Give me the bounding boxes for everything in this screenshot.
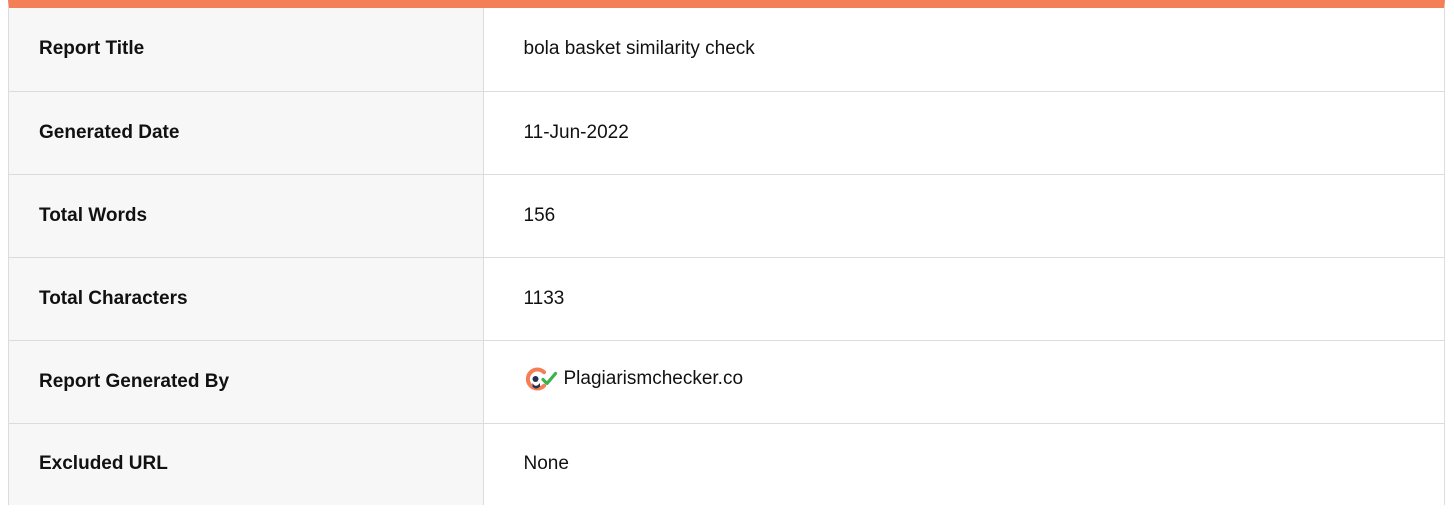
report-title-value: bola basket similarity check <box>483 8 1444 92</box>
total-words-label: Total Words <box>9 174 484 258</box>
report-title-label: Report Title <box>9 8 484 92</box>
brand-name: Plagiarismchecker.co <box>563 367 744 389</box>
table-row-report-title: Report Title bola basket similarity chec… <box>9 8 1444 92</box>
total-characters-label: Total Characters <box>9 257 484 341</box>
table-row-total-characters: Total Characters 1133 <box>9 257 1444 341</box>
total-characters-value: 1133 <box>483 257 1444 341</box>
table-row-generated-date: Generated Date 11-Jun-2022 <box>9 91 1444 175</box>
excluded-url-label: Excluded URL <box>9 423 484 505</box>
generated-date-value: 11-Jun-2022 <box>483 91 1444 175</box>
total-words-value: 156 <box>483 174 1444 258</box>
report-details-card: Report Title bola basket similarity chec… <box>8 0 1445 505</box>
table-row-report-generated-by: Report Generated By Plagiarismchecker.co <box>9 340 1444 424</box>
report-generated-by-label: Report Generated By <box>9 340 484 424</box>
excluded-url-value: None <box>483 423 1444 505</box>
table-row-total-words: Total Words 156 <box>9 174 1444 258</box>
report-details-table: Report Title bola basket similarity chec… <box>9 8 1444 505</box>
generated-date-label: Generated Date <box>9 91 484 175</box>
brand-link[interactable]: Plagiarismchecker.co <box>524 366 744 392</box>
table-row-excluded-url: Excluded URL None <box>9 423 1444 505</box>
plagiarismchecker-logo-icon <box>524 366 558 392</box>
report-generated-by-value: Plagiarismchecker.co <box>483 340 1444 424</box>
